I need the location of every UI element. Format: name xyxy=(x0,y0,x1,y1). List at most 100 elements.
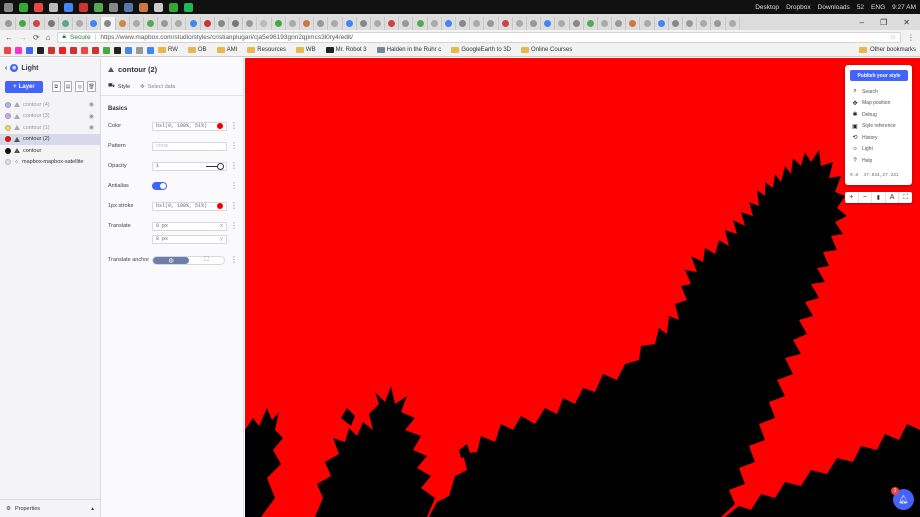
bookmark-app-icon[interactable] xyxy=(26,46,33,54)
browser-tab[interactable] xyxy=(555,17,570,30)
bookmark-app-icon[interactable] xyxy=(147,46,154,54)
browser-tab[interactable] xyxy=(16,17,31,30)
style-header[interactable]: ‹ ◉ Light xyxy=(5,64,38,72)
more-options-icon[interactable]: ⋮ xyxy=(230,182,238,190)
menu-item-search[interactable]: ⌕ Search xyxy=(852,87,878,96)
browser-tab[interactable] xyxy=(570,17,584,30)
pattern-input[interactable]: none xyxy=(152,141,227,151)
hidden-eye-icon[interactable]: ◉ xyxy=(89,124,94,131)
menu-item-history[interactable]: ⟲ History xyxy=(852,133,877,142)
bookmark-app-icon[interactable] xyxy=(81,46,88,54)
properties-footer[interactable]: ⚙ Properties ▴ xyxy=(0,499,100,517)
browser-tab[interactable] xyxy=(243,17,258,30)
browser-tab[interactable] xyxy=(399,17,414,30)
zoom-out-button[interactable]: − xyxy=(859,192,873,203)
browser-tab[interactable] xyxy=(30,17,45,30)
url-field[interactable]: 🔒︎ Secure | https://www.mapbox.com/studi… xyxy=(56,31,901,43)
desktop-label[interactable]: Desktop xyxy=(755,4,779,11)
hidden-eye-icon[interactable]: ◉ xyxy=(89,113,94,120)
browser-tab[interactable] xyxy=(726,17,740,30)
compass-button[interactable]: ⬍ xyxy=(872,192,886,203)
browser-tab[interactable] xyxy=(640,17,655,30)
browser-tab[interactable] xyxy=(186,17,201,30)
browser-tab[interactable] xyxy=(541,17,556,30)
back-button[interactable]: ← xyxy=(5,33,13,42)
bookmark-app-icon[interactable] xyxy=(37,46,44,54)
browser-tab[interactable] xyxy=(215,17,229,30)
browser-tab[interactable] xyxy=(257,17,272,30)
language-label[interactable]: ENG xyxy=(871,4,885,11)
browser-tab[interactable] xyxy=(172,17,187,30)
layer-item[interactable]: contour (4) ◉ xyxy=(0,99,100,110)
taskbar-app-icon[interactable] xyxy=(124,2,133,12)
group-layer-icon[interactable]: ▤ xyxy=(63,81,73,92)
more-options-icon[interactable]: ⋮ xyxy=(230,202,238,210)
bookmark-app-icon[interactable] xyxy=(92,46,99,54)
taskbar-app-icon[interactable] xyxy=(49,2,58,12)
opacity-slider-handle[interactable] xyxy=(217,163,224,170)
more-options-icon[interactable]: ⋮ xyxy=(230,142,238,150)
menu-item-map-position[interactable]: ✥ Map position xyxy=(852,99,890,108)
browser-tab[interactable] xyxy=(144,17,159,30)
help-chat-button[interactable]: 🔔︎ 1 xyxy=(891,487,914,510)
browser-tab[interactable] xyxy=(711,17,726,30)
bookmark-item[interactable]: AMI xyxy=(216,47,237,53)
anchor-viewport-option[interactable]: ⛶ xyxy=(189,257,224,264)
browser-tab[interactable] xyxy=(626,17,641,30)
browser-tab[interactable] xyxy=(470,17,485,30)
maximize-button[interactable]: ❐ xyxy=(880,18,887,27)
clock[interactable]: 9:27 AM xyxy=(892,4,916,11)
browser-tab[interactable] xyxy=(683,17,698,30)
hide-layer-icon[interactable]: ◎ xyxy=(75,81,85,92)
publish-button[interactable]: Publish your style xyxy=(850,70,908,81)
browser-tab[interactable] xyxy=(201,17,215,30)
more-options-icon[interactable]: ⋮ xyxy=(230,122,238,130)
browser-tab[interactable] xyxy=(598,17,613,30)
other-bookmarks[interactable]: Other bookmarks xyxy=(858,47,916,53)
browser-tab[interactable] xyxy=(328,17,343,30)
close-window-button[interactable]: ✕ xyxy=(903,18,910,27)
tab-style[interactable]: ⛟ Style xyxy=(108,83,130,90)
taskbar-app-icon[interactable] xyxy=(94,2,103,12)
taskbar-app-icon[interactable] xyxy=(4,2,13,12)
menu-item-light[interactable]: ☼ Light xyxy=(852,145,873,154)
forward-button[interactable]: → xyxy=(19,33,27,42)
add-layer-button[interactable]: + Layer xyxy=(5,81,43,93)
delete-layer-icon[interactable]: 🗑︎ xyxy=(87,81,96,92)
taskbar-app-icon[interactable] xyxy=(169,2,178,12)
browser-tab[interactable] xyxy=(442,17,456,30)
color-input[interactable]: hsl(0, 100%, 51%) xyxy=(152,121,227,131)
hidden-eye-icon[interactable]: ◉ xyxy=(89,101,94,108)
zoom-in-button[interactable]: + xyxy=(845,192,859,203)
browser-tab[interactable] xyxy=(286,17,300,30)
bookmark-star-icon[interactable]: ☆ xyxy=(890,33,896,41)
menu-item-style-reference[interactable]: ▣ Style reference xyxy=(852,122,895,131)
browser-tab[interactable] xyxy=(499,17,513,30)
browser-tab[interactable] xyxy=(513,17,527,30)
browser-tab[interactable] xyxy=(456,17,471,30)
more-options-icon[interactable]: ⋮ xyxy=(230,162,238,170)
browser-tab[interactable] xyxy=(669,17,683,30)
taskbar-app-icon[interactable] xyxy=(34,2,43,12)
font-settings-button[interactable]: A xyxy=(886,192,900,203)
browser-tab[interactable] xyxy=(584,17,598,30)
color-swatch[interactable] xyxy=(217,123,223,129)
tab-select-data[interactable]: ✥ Select data xyxy=(140,83,175,90)
browser-tab[interactable] xyxy=(371,17,386,30)
stroke-swatch[interactable] xyxy=(217,203,223,209)
layer-item[interactable]: contour (1) ◉ xyxy=(0,122,100,133)
browser-tab[interactable] xyxy=(484,17,499,30)
bookmark-item[interactable]: Mr. Robot 3 xyxy=(325,47,367,53)
browser-tab[interactable] xyxy=(413,17,428,30)
browser-tab[interactable] xyxy=(116,17,130,30)
bookmark-app-icon[interactable] xyxy=(59,46,66,54)
reload-button[interactable]: ⟳ xyxy=(33,33,40,42)
bookmark-app-icon[interactable] xyxy=(136,46,143,54)
back-chevron-icon[interactable]: ‹ xyxy=(5,65,7,72)
browser-tab[interactable] xyxy=(229,17,244,30)
browser-tab[interactable] xyxy=(87,17,102,30)
bookmark-item[interactable]: RW xyxy=(158,47,178,53)
bookmark-item[interactable]: OB xyxy=(187,47,207,53)
taskbar-app-icon[interactable] xyxy=(184,2,193,12)
layer-item[interactable]: contour (3) ◉ xyxy=(0,111,100,122)
